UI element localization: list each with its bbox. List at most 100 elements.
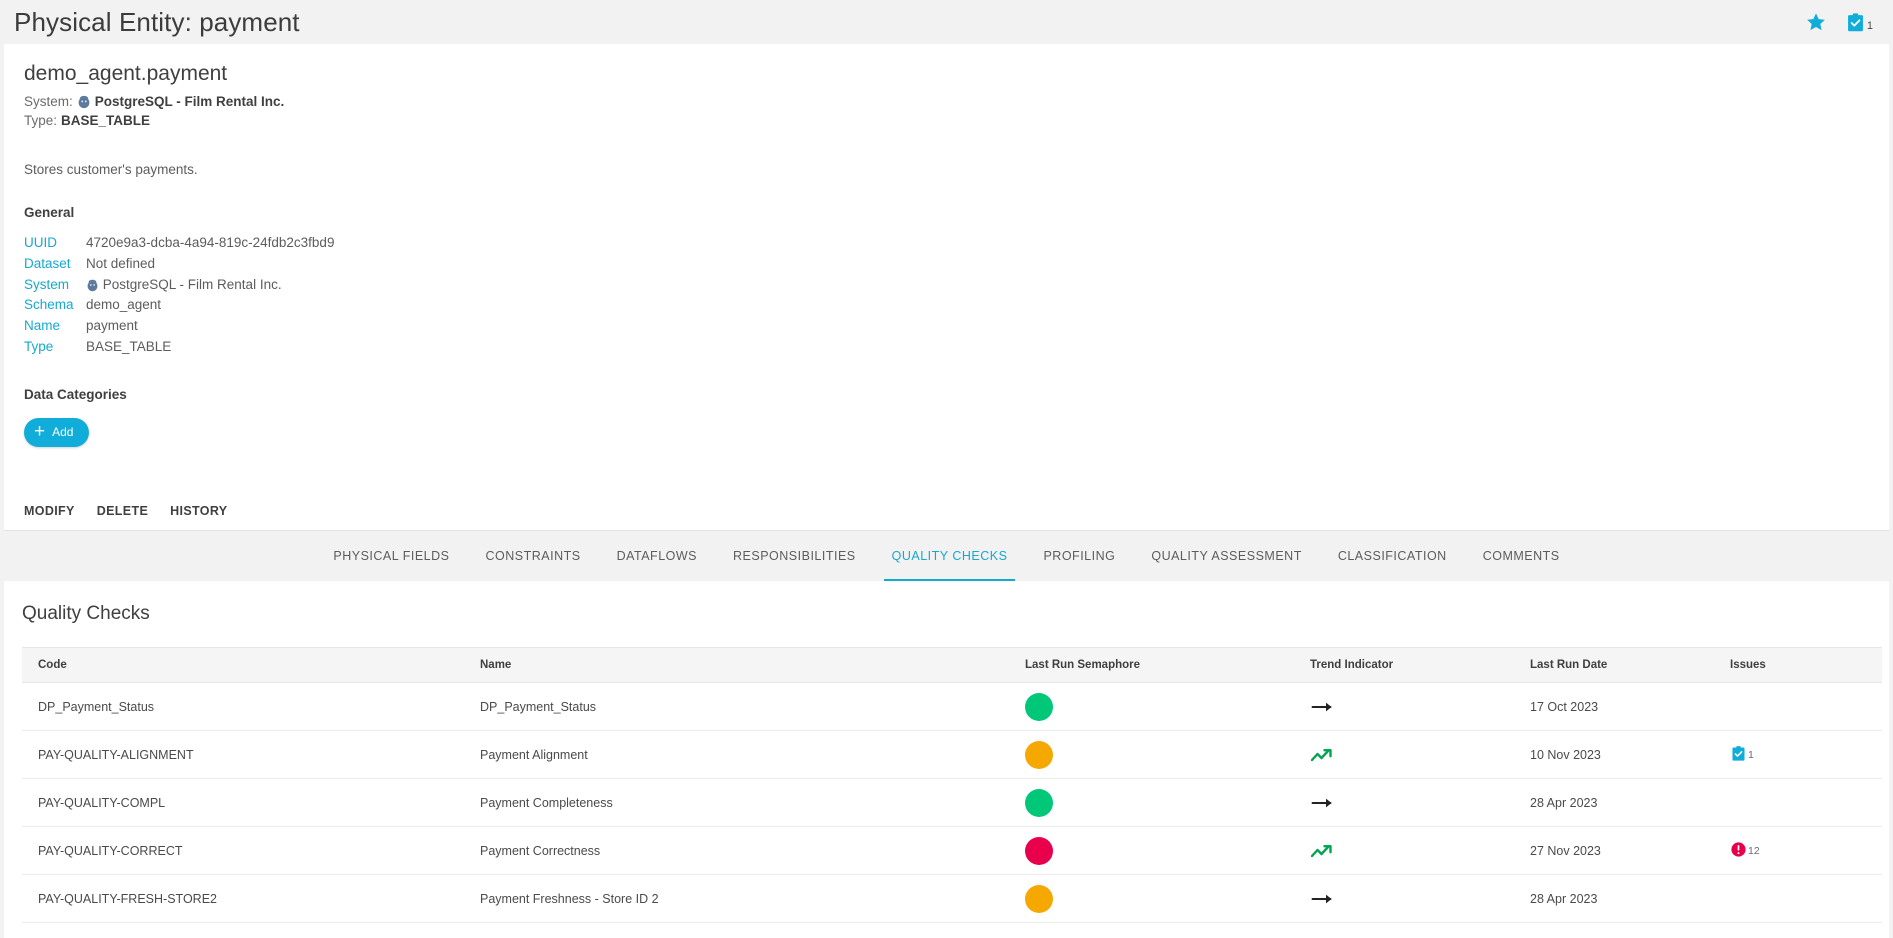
cell-last-run-date: 10 Nov 2023 <box>1522 730 1722 779</box>
general-properties-table: UUID 4720e9a3-dcba-4a94-819c-24fdb2c3fbd… <box>24 234 334 359</box>
type-label: Type: <box>24 113 58 128</box>
page-title: Physical Entity: payment <box>14 7 300 37</box>
tab-quality-assessment[interactable]: QUALITY ASSESSMENT <box>1133 531 1319 581</box>
general-value: payment <box>86 318 138 334</box>
cell-name: Payment Alignment <box>472 730 1017 779</box>
quality-checks-table: Code Name Last Run Semaphore Trend Indic… <box>22 647 1882 923</box>
general-section-title: General <box>24 205 75 220</box>
semaphore-green-icon <box>1025 692 1053 721</box>
issue-badge-alert[interactable]: 12 <box>1730 841 1760 858</box>
column-header-semaphore[interactable]: Last Run Semaphore <box>1017 647 1302 683</box>
entity-tabs: PHYSICAL FIELDS CONSTRAINTS DATAFLOWS RE… <box>0 531 1893 581</box>
table-header-row: Code Name Last Run Semaphore Trend Indic… <box>22 647 1882 683</box>
column-header-trend[interactable]: Trend Indicator <box>1302 647 1522 683</box>
cell-code[interactable]: DP_Payment_Status <box>22 682 472 731</box>
issue-badge-task[interactable]: 1 <box>1730 745 1754 762</box>
trend-flat-icon <box>1310 798 1336 816</box>
cell-semaphore <box>1017 826 1302 875</box>
table-row[interactable]: DP_Payment_Status DP_Payment_Status 17 Oct… <box>22 682 1882 731</box>
cell-last-run-date: 28 Apr 2023 <box>1522 778 1722 827</box>
column-header-date[interactable]: Last Run Date <box>1522 647 1722 683</box>
tab-physical-fields[interactable]: PHYSICAL FIELDS <box>315 531 467 581</box>
type-value: BASE_TABLE <box>61 113 151 128</box>
tab-comments[interactable]: COMMENTS <box>1465 531 1578 581</box>
table-row[interactable]: PAY-QUALITY-ALIGNMENT Payment Alignment 10… <box>22 730 1882 779</box>
modify-link[interactable]: MODIFY <box>24 504 75 518</box>
general-key[interactable]: Name <box>24 317 86 338</box>
general-row: Dataset Not defined <box>24 255 334 276</box>
trend-up-icon <box>1310 844 1336 864</box>
general-row: Type BASE_TABLE <box>24 338 334 359</box>
cell-semaphore <box>1017 874 1302 923</box>
cell-code[interactable]: PAY-QUALITY-CORRECT <box>22 826 472 875</box>
quality-checks-title: Quality Checks <box>22 603 150 624</box>
semaphore-green-icon <box>1025 788 1053 817</box>
cell-last-run-date: 17 Oct 2023 <box>1522 682 1722 731</box>
add-data-category-button[interactable]: + Add <box>24 417 90 447</box>
general-key[interactable]: UUID <box>24 234 86 255</box>
cell-issues: 1 <box>1722 730 1882 779</box>
tab-quality-checks[interactable]: QUALITY CHECKS <box>874 531 1026 581</box>
quality-checks-panel: Quality Checks Code Name Last Run Semaph… <box>4 581 1889 938</box>
clipboard-check-icon <box>1845 12 1866 33</box>
general-value: BASE_TABLE <box>86 339 172 355</box>
semaphore-orange-icon <box>1025 884 1053 913</box>
add-button-label: Add <box>52 425 74 440</box>
cell-name: Payment Freshness - Store ID 2 <box>472 874 1017 923</box>
cell-trend <box>1302 874 1522 923</box>
tab-classification[interactable]: CLASSIFICATION <box>1320 531 1465 581</box>
delete-link[interactable]: DELETE <box>97 504 148 518</box>
entity-detail-card: demo_agent.payment System: PostgreSQL - … <box>4 44 1889 531</box>
column-header-name[interactable]: Name <box>472 647 1017 683</box>
tab-responsibilities[interactable]: RESPONSIBILITIES <box>715 531 874 581</box>
data-categories-title: Data Categories <box>24 386 127 402</box>
table-row[interactable]: PAY-QUALITY-COMPL Payment Completeness 28 … <box>22 778 1882 827</box>
general-key[interactable]: Type <box>24 338 86 359</box>
system-value: PostgreSQL - Film Rental Inc. <box>94 94 285 109</box>
system-label: System: <box>24 94 73 109</box>
postgresql-icon <box>86 279 99 292</box>
general-row: Name payment <box>24 317 334 338</box>
cell-issues <box>1722 778 1882 827</box>
entity-type-line: Type: BASE_TABLE <box>24 113 1869 128</box>
postgresql-icon <box>77 95 91 109</box>
entity-system-line: System: PostgreSQL - Film Rental Inc. <box>24 94 1869 109</box>
cell-code[interactable]: PAY-QUALITY-COMPL <box>22 778 472 827</box>
quality-checks-table-head: Code Name Last Run Semaphore Trend Indic… <box>22 647 1882 683</box>
semaphore-red-icon <box>1025 836 1053 865</box>
cell-issues <box>1722 874 1882 923</box>
cell-trend <box>1302 778 1522 827</box>
general-properties-body: UUID 4720e9a3-dcba-4a94-819c-24fdb2c3fbd… <box>24 234 334 359</box>
table-row[interactable]: PAY-QUALITY-FRESH-STORE2 Payment Freshnes… <box>22 874 1882 923</box>
header-actions: 1 <box>1805 11 1873 33</box>
general-key[interactable]: System <box>24 276 86 297</box>
cell-semaphore <box>1017 682 1302 731</box>
tab-dataflows[interactable]: DATAFLOWS <box>599 531 715 581</box>
favorite-button[interactable] <box>1805 11 1827 33</box>
issue-count: 1 <box>1748 749 1754 761</box>
table-row[interactable]: PAY-QUALITY-CORRECT Payment Correctness 27… <box>22 826 1882 875</box>
general-row: System PostgreSQL - Film Rental Inc. <box>24 276 334 297</box>
general-row: UUID 4720e9a3-dcba-4a94-819c-24fdb2c3fbd… <box>24 234 334 255</box>
cell-last-run-date: 27 Nov 2023 <box>1522 826 1722 875</box>
cell-name: Payment Completeness <box>472 778 1017 827</box>
column-header-issues[interactable]: Issues <box>1722 647 1882 683</box>
general-value: 4720e9a3-dcba-4a94-819c-24fdb2c3fbd9 <box>86 235 335 250</box>
entity-name: demo_agent.payment <box>24 62 228 85</box>
cell-code[interactable]: PAY-QUALITY-FRESH-STORE2 <box>22 874 472 923</box>
general-key[interactable]: Schema <box>24 296 86 317</box>
general-row: Schema demo_agent <box>24 296 334 317</box>
semaphore-orange-icon <box>1025 740 1053 769</box>
history-link[interactable]: HISTORY <box>170 504 227 518</box>
tab-constraints[interactable]: CONSTRAINTS <box>467 531 598 581</box>
column-header-code[interactable]: Code <box>22 647 472 683</box>
page-header: Physical Entity: payment 1 <box>0 0 1893 44</box>
general-key[interactable]: Dataset <box>24 255 86 276</box>
cell-semaphore <box>1017 778 1302 827</box>
cell-trend <box>1302 730 1522 779</box>
general-value: PostgreSQL - Film Rental Inc. <box>102 276 282 292</box>
tasks-button[interactable]: 1 <box>1845 12 1873 33</box>
cell-code[interactable]: PAY-QUALITY-ALIGNMENT <box>22 730 472 779</box>
plus-icon: + <box>34 420 46 442</box>
tab-profiling[interactable]: PROFILING <box>1025 531 1133 581</box>
